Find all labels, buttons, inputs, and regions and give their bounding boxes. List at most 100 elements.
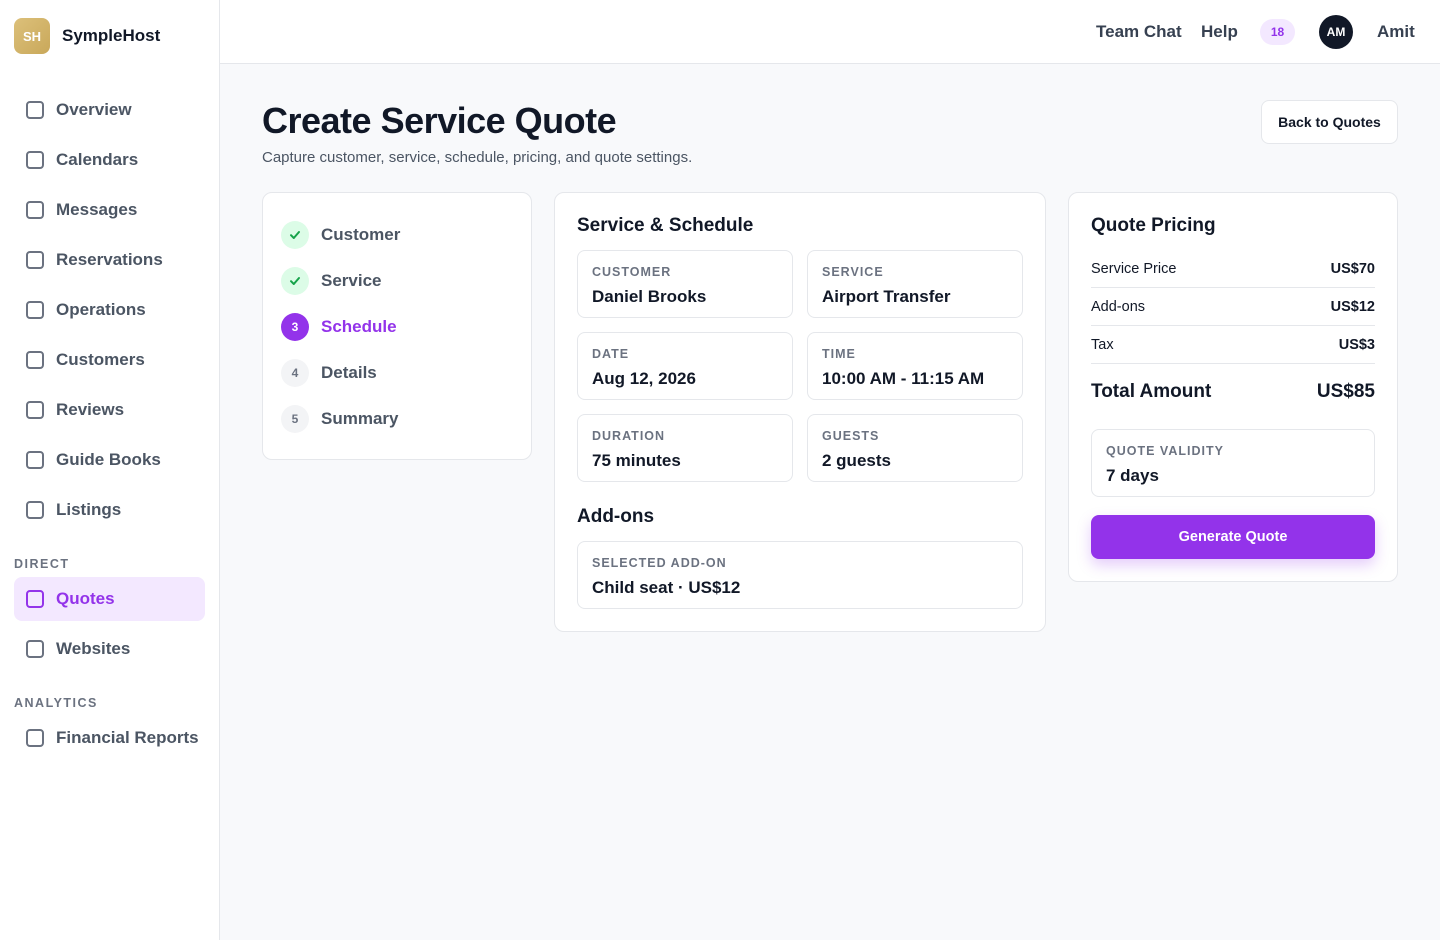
field-label: DURATION [592,429,666,443]
checkbox-icon [26,451,44,469]
step-label: Summary [321,409,399,428]
sidebar-item-label: Customers [56,350,145,369]
price-label: Add-ons [1091,299,1146,315]
sidebar-item-quotes[interactable]: Quotes [14,577,205,621]
sidebar-item-reservations[interactable]: Reservations [14,238,205,282]
tax-row: Tax US$3 [1091,337,1375,353]
field-value: 2 guests [822,451,891,470]
sidebar-item-messages[interactable]: Messages [14,188,205,232]
sidebar-item-reviews[interactable]: Reviews [14,388,205,432]
checkbox-icon [26,590,44,608]
total-value: US$85 [1316,381,1375,402]
back-to-quotes-button[interactable]: Back to Quotes [1261,100,1398,144]
step-label: Schedule [321,317,397,336]
checkbox-icon [26,501,44,519]
field-value: 10:00 AM - 11:15 AM [822,369,985,388]
field-label: DATE [592,347,630,361]
section-title: Service & Schedule [577,215,754,236]
step-summary[interactable]: 5 Summary [281,405,398,433]
checkbox-icon [26,640,44,658]
sidebar-item-financial-reports[interactable]: Financial Reports [14,716,205,760]
checkbox-icon [26,251,44,269]
price-value: US$70 [1330,261,1375,277]
quote-validity-field[interactable]: QUOTE VALIDITY 7 days [1091,429,1375,497]
sidebar-item-customers[interactable]: Customers [14,338,205,382]
guests-field[interactable]: GUESTS 2 guests [807,414,1023,482]
addons-title: Add-ons [577,506,655,527]
notification-badge[interactable]: 18 [1260,19,1295,45]
user-name[interactable]: Amit [1377,22,1415,42]
sidebar-item-label: Overview [56,100,132,119]
sidebar-item-label: Listings [56,500,122,519]
field-value: 75 minutes [592,451,681,470]
generate-quote-button[interactable]: Generate Quote [1091,515,1375,559]
checkbox-icon [26,401,44,419]
check-icon [281,221,309,249]
field-label: QUOTE VALIDITY [1106,444,1224,458]
checkbox-icon [26,301,44,319]
brand[interactable]: SH SympleHost [14,18,160,54]
steps-card: Customer Service 3 Schedule 4 Details 5 … [262,192,532,460]
customer-field[interactable]: CUSTOMER Daniel Brooks [577,250,793,318]
service-schedule-card: Service & Schedule CUSTOMER Daniel Brook… [554,192,1046,632]
divider [1091,363,1375,364]
sidebar-item-label: Websites [56,639,131,658]
price-value: US$12 [1330,299,1375,315]
step-label: Service [321,271,382,290]
checkbox-icon [26,351,44,369]
date-field[interactable]: DATE Aug 12, 2026 [577,332,793,400]
step-number: 5 [281,405,309,433]
section-label-analytics: ANALYTICS [14,696,98,710]
field-value: Aug 12, 2026 [592,369,696,388]
sidebar-item-label: Guide Books [56,450,161,469]
section-label-direct: DIRECT [14,557,70,571]
field-value: 7 days [1106,466,1159,485]
divider [1091,325,1375,326]
total-row: Total Amount US$85 [1091,381,1375,403]
sidebar-item-overview[interactable]: Overview [14,88,205,132]
service-field[interactable]: SERVICE Airport Transfer [807,250,1023,318]
page-subtitle: Capture customer, service, schedule, pri… [262,149,693,166]
field-label: SERVICE [822,265,884,279]
price-label: Tax [1091,337,1114,353]
total-label: Total Amount [1091,381,1212,402]
divider [1091,287,1375,288]
pricing-title: Quote Pricing [1091,215,1216,236]
sidebar-item-websites[interactable]: Websites [14,627,205,671]
price-value: US$3 [1338,337,1375,353]
sidebar-item-operations[interactable]: Operations [14,288,205,332]
step-service[interactable]: Service [281,267,382,295]
field-value: Airport Transfer [822,287,951,306]
brand-logo: SH [14,18,50,54]
sidebar-item-label: Financial Reports [56,728,199,747]
addons-price-row: Add-ons US$12 [1091,299,1375,315]
team-chat-link[interactable]: Team Chat [1096,22,1182,42]
checkbox-icon [26,151,44,169]
checkbox-icon [26,101,44,119]
price-label: Service Price [1091,261,1177,277]
step-number: 4 [281,359,309,387]
checkbox-icon [26,729,44,747]
sidebar-item-label: Reservations [56,250,163,269]
sidebar-item-calendars[interactable]: Calendars [14,138,205,182]
page-title: Create Service Quote [262,100,617,141]
topbar [220,0,1440,64]
step-customer[interactable]: Customer [281,221,400,249]
check-icon [281,267,309,295]
field-label: SELECTED ADD-ON [592,556,727,570]
field-label: TIME [822,347,856,361]
duration-field[interactable]: DURATION 75 minutes [577,414,793,482]
service-price-row: Service Price US$70 [1091,261,1375,277]
step-details[interactable]: 4 Details [281,359,377,387]
addon-field[interactable]: SELECTED ADD-ON Child seat · US$12 [577,541,1023,609]
time-field[interactable]: TIME 10:00 AM - 11:15 AM [807,332,1023,400]
field-value: Child seat · US$12 [592,578,741,597]
step-schedule[interactable]: 3 Schedule [281,313,397,341]
sidebar-item-listings[interactable]: Listings [14,488,205,532]
sidebar-item-guide-books[interactable]: Guide Books [14,438,205,482]
field-label: GUESTS [822,429,880,443]
help-link[interactable]: Help [1201,22,1238,42]
brand-name: SympleHost [62,26,161,45]
step-number: 3 [281,313,309,341]
avatar[interactable]: AM [1319,15,1353,49]
